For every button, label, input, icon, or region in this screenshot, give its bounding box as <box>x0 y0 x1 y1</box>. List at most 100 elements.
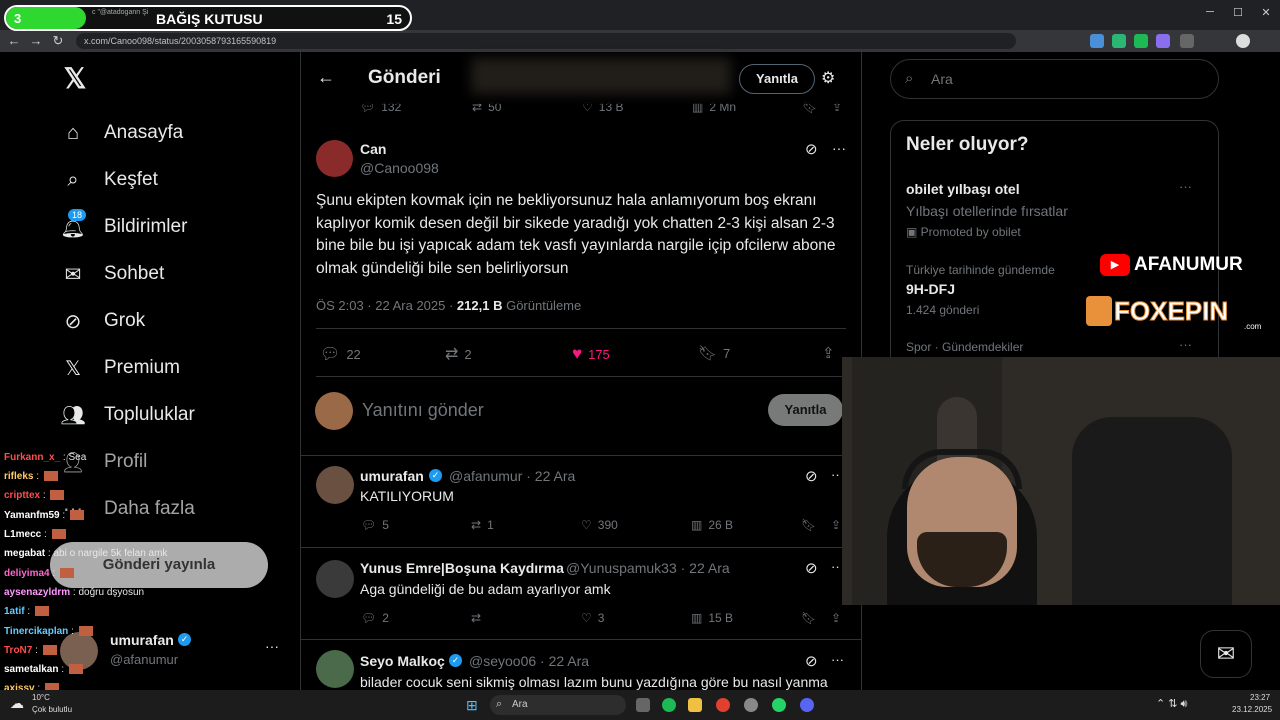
steam-icon[interactable] <box>744 698 758 712</box>
share-icon[interactable]: ⇪ <box>831 518 841 532</box>
taskbar-search[interactable]: ⌕ Ara <box>490 695 626 715</box>
nav-item-explore[interactable]: ⌕ Keşfet <box>60 165 157 195</box>
grok-icon[interactable]: ⊘ <box>805 652 818 670</box>
profile-icon[interactable] <box>1236 34 1250 48</box>
chat-message: 1atif : <box>4 606 49 617</box>
bookmark-icon[interactable]: 🔖︎ <box>801 611 816 625</box>
nav-item-grok[interactable]: ⊘ Grok <box>60 306 146 336</box>
views-action[interactable]: ▥ 26 B <box>691 518 733 532</box>
post-author-avatar[interactable] <box>316 140 353 177</box>
avatar[interactable] <box>316 466 354 504</box>
emote-icon <box>78 626 93 637</box>
nav-item-home[interactable]: ⌂ Anasayfa <box>60 118 183 148</box>
more-icon[interactable]: ··· <box>265 638 279 654</box>
extension-icon[interactable] <box>1112 34 1126 48</box>
reply-count: 5 <box>382 518 389 532</box>
address-bar[interactable]: x.com/Canoo098/status/200305879316559081… <box>76 33 1016 49</box>
like-action[interactable]: ♥ 175 <box>572 344 610 364</box>
settings-sliders-icon[interactable]: ⚙ <box>821 68 835 88</box>
chat-user: 1atif <box>4 606 25 617</box>
trend-item[interactable]: obilet yılbaşı otel ··· Yılbaşı otelleri… <box>891 171 1218 241</box>
reply-author-name[interactable]: Seyo Malkoç <box>360 653 445 669</box>
file-explorer-icon[interactable] <box>688 698 702 712</box>
maximize-icon[interactable]: ☐ <box>1228 6 1248 19</box>
more-icon[interactable]: ·· <box>831 467 840 482</box>
view-count: 15 B <box>708 611 734 625</box>
post-meta: ÖS 2:03 · 22 Ara 2025 · 212,1 B Görüntül… <box>316 298 581 313</box>
chat-user: megabat <box>4 548 46 559</box>
more-icon[interactable]: ··· <box>832 140 846 156</box>
grok-icon[interactable]: ⊘ <box>805 559 818 577</box>
reply-author-handle[interactable]: @Yunuspamuk33 · 22 Ara <box>566 560 730 576</box>
nav-item-chat[interactable]: ✉ Sohbet <box>60 259 165 289</box>
post-author-name[interactable]: Can <box>360 141 386 157</box>
reply-author-handle[interactable]: @seyoo06 · 22 Ara <box>469 653 589 669</box>
like-action[interactable]: ♡ 3 <box>581 611 604 625</box>
header-reply-button[interactable]: Yanıtla <box>739 64 815 94</box>
extension-icon[interactable] <box>1090 34 1104 48</box>
chat-user: TroN7 <box>4 645 33 656</box>
messages-drawer-icon[interactable]: ✉ <box>1200 630 1252 678</box>
reload-icon[interactable]: ↻ <box>50 33 66 49</box>
reply-input[interactable]: Yanıtını gönder <box>362 400 484 421</box>
reply-author-handle[interactable]: @afanumur · 22 Ara <box>449 468 575 484</box>
compose-reply-button[interactable]: Yanıtla <box>768 394 843 426</box>
more-icon[interactable]: ··· <box>831 652 844 667</box>
share-icon[interactable]: ⇪ <box>831 611 841 625</box>
chat-user: deliyima4 <box>4 568 50 579</box>
grok-icon[interactable]: ⊘ <box>805 140 818 158</box>
emote-icon <box>59 568 74 579</box>
webcam-feed <box>842 357 1280 605</box>
whatsapp-icon[interactable] <box>772 698 786 712</box>
repost-action[interactable]: ⇄ 2 <box>445 344 472 364</box>
views-action[interactable]: ▥ 15 B <box>691 611 733 625</box>
page-title: Gönderi <box>368 67 441 88</box>
repost-action[interactable]: ⇄ 1 <box>471 518 494 532</box>
nav-item-communities[interactable]: 👥︎ Topluluklar <box>60 400 195 430</box>
nav-label: Grok <box>104 310 146 331</box>
back-arrow-icon[interactable]: ← <box>317 67 335 88</box>
tray-icons[interactable]: ⌃ ⇅ 🔊︎ <box>1156 697 1187 711</box>
search-icon: ⌕ <box>496 698 503 710</box>
trends-title: Neler oluyor? <box>906 134 1029 155</box>
reply-item[interactable]: Seyo Malkoç ✓ @seyoo06 · 22 Ara ⊘ ··· bi… <box>301 640 861 690</box>
search-input[interactable]: ⌕ Ara <box>890 59 1219 99</box>
repost-action[interactable]: ⇄ <box>471 611 487 625</box>
bookmark-action[interactable]: 🔖︎ 7 <box>698 344 730 362</box>
chat-user: cripttex <box>4 490 41 501</box>
forward-icon[interactable]: → <box>28 33 44 49</box>
more-icon[interactable]: ··· <box>1179 179 1192 194</box>
extension-icon[interactable] <box>1134 34 1148 48</box>
reply-author-name[interactable]: umurafan <box>360 468 424 484</box>
more-icon[interactable]: ·· <box>831 559 840 574</box>
nav-item-premium[interactable]: 𝕏 Premium <box>60 353 180 383</box>
task-view-icon[interactable] <box>636 698 650 712</box>
reply-item[interactable]: umurafan ✓ @afanumur · 22 Ara ⊘ ·· KATIL… <box>301 456 861 546</box>
puzzle-icon[interactable] <box>1180 34 1194 48</box>
reply-action[interactable]: 💬︎ 22 <box>320 344 361 364</box>
chrome-icon[interactable] <box>716 698 730 712</box>
donation-title: BAĞIŞ KUTUSU <box>156 11 263 27</box>
reply-action[interactable]: 💬︎ 5 <box>361 518 389 532</box>
reply-action[interactable]: 💬︎ 2 <box>361 611 389 625</box>
stream-chat: Furkann_x_ : Sea rifleks : cripttex : Ya… <box>0 452 230 694</box>
avatar[interactable] <box>316 560 354 598</box>
chat-user: Yamanfm59 <box>4 510 60 521</box>
reply-author-name[interactable]: Yunus Emre|Boşuna Kaydırma <box>360 560 564 576</box>
discord-icon[interactable] <box>800 698 814 712</box>
spotify-icon[interactable] <box>662 698 676 712</box>
x-logo-icon[interactable]: 𝕏 <box>60 64 90 94</box>
windows-start-icon[interactable]: ⊞ <box>466 697 478 714</box>
post-author-handle[interactable]: @Canoo098 <box>360 160 439 176</box>
avatar[interactable] <box>316 650 354 688</box>
bookmark-icon[interactable]: 🔖︎ <box>801 518 816 532</box>
extension-icon[interactable] <box>1156 34 1170 48</box>
back-icon[interactable]: ← <box>6 33 22 49</box>
grok-icon[interactable]: ⊘ <box>805 467 818 485</box>
reply-item[interactable]: Yunus Emre|Boşuna Kaydırma @Yunuspamuk33… <box>301 548 861 638</box>
like-action[interactable]: ♡ 390 <box>581 518 618 532</box>
share-icon[interactable]: ⇪ <box>822 344 835 362</box>
close-icon[interactable]: ✕ <box>1256 6 1276 19</box>
more-icon[interactable]: ··· <box>1179 337 1192 352</box>
minimize-icon[interactable]: ─ <box>1200 6 1220 18</box>
